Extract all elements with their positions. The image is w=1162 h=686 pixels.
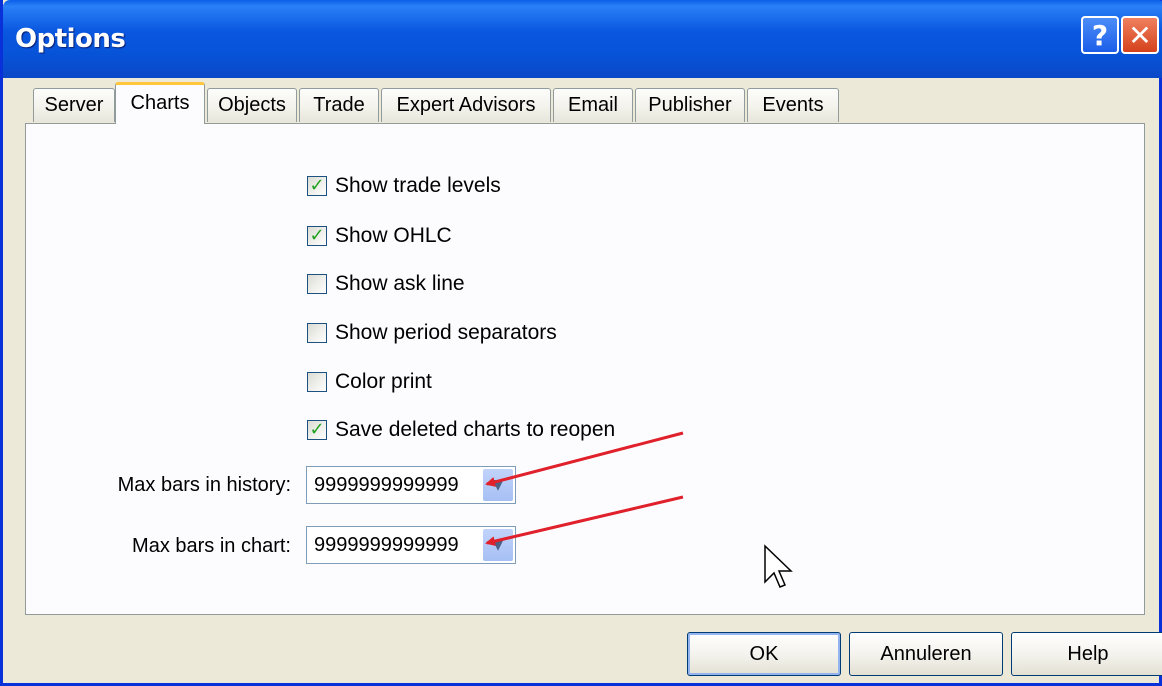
tab-objects[interactable]: Objects: [207, 88, 297, 122]
tab-trade[interactable]: Trade: [299, 88, 379, 122]
show-ohlc-checkbox[interactable]: ✓ Show OHLC: [307, 221, 452, 251]
checkbox-box[interactable]: ✓: [307, 420, 327, 440]
max-bars-chart-value[interactable]: 9999999999999: [307, 534, 483, 557]
checkbox-box[interactable]: ✓: [307, 176, 327, 196]
show-trade-levels-checkbox[interactable]: ✓ Show trade levels: [307, 171, 501, 201]
tab-email[interactable]: Email: [553, 88, 633, 122]
tab-events[interactable]: Events: [747, 88, 839, 122]
color-print-checkbox[interactable]: Color print: [307, 367, 432, 397]
checkmark-icon: ✓: [309, 419, 325, 440]
cancel-button[interactable]: Annuleren: [849, 632, 1003, 676]
title-bar[interactable]: Options ? ✕: [3, 0, 1162, 78]
window-title: Options: [15, 24, 126, 54]
help-icon[interactable]: ?: [1081, 16, 1119, 54]
checkbox-box[interactable]: [307, 323, 327, 343]
max-bars-chart-label: Max bars in chart:: [132, 535, 291, 557]
tab-charts[interactable]: Charts: [115, 82, 205, 124]
show-ask-line-checkbox[interactable]: Show ask line: [307, 269, 465, 299]
tab-publisher[interactable]: Publisher: [635, 88, 745, 122]
checkbox-box[interactable]: ✓: [307, 226, 327, 246]
dropdown-arrow-icon[interactable]: ▼: [483, 469, 513, 501]
options-dialog: Options ? ✕ Server Charts Objects Trade …: [0, 0, 1162, 686]
checkbox-box[interactable]: [307, 372, 327, 392]
tab-expert-advisors[interactable]: Expert Advisors: [381, 88, 551, 122]
help-button[interactable]: Help: [1011, 632, 1162, 676]
checkmark-icon: ✓: [309, 175, 325, 196]
dropdown-arrow-icon[interactable]: ▼: [483, 529, 513, 561]
tab-server[interactable]: Server: [33, 88, 115, 122]
max-bars-history-combo[interactable]: 9999999999999 ▼: [306, 466, 516, 504]
close-icon[interactable]: ✕: [1121, 16, 1159, 54]
show-period-separators-checkbox[interactable]: Show period separators: [307, 318, 557, 348]
max-bars-history-label: Max bars in history:: [117, 474, 291, 496]
checkmark-icon: ✓: [309, 225, 325, 246]
ok-button[interactable]: OK: [687, 632, 841, 676]
save-deleted-charts-checkbox[interactable]: ✓ Save deleted charts to reopen: [307, 415, 615, 445]
max-bars-chart-combo[interactable]: 9999999999999 ▼: [306, 526, 516, 564]
checkbox-box[interactable]: [307, 274, 327, 294]
max-bars-history-value[interactable]: 9999999999999: [307, 474, 483, 497]
